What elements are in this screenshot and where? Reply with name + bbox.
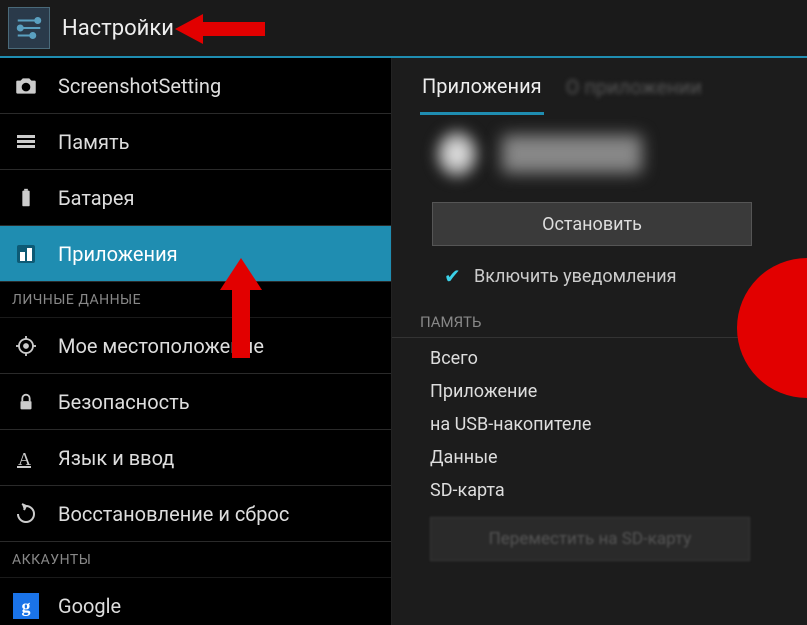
sidebar-item-language[interactable]: A Язык и ввод (0, 430, 391, 486)
detail-pane: Приложения О приложении Остановить ✔ Вкл… (392, 58, 807, 625)
battery-icon (12, 184, 40, 212)
memory-row-total: Всего (392, 342, 807, 375)
sidebar-item-google[interactable]: g Google (0, 578, 391, 625)
memory-row-data: Данные (392, 441, 807, 474)
sidebar-item-screenshot[interactable]: ScreenshotSetting (0, 58, 391, 114)
sidebar-item-battery[interactable]: Батарея (0, 170, 391, 226)
tab-about-app[interactable]: О приложении (564, 75, 704, 99)
sidebar-item-security[interactable]: Безопасность (0, 374, 391, 430)
location-icon (12, 332, 40, 360)
sidebar-item-reset[interactable]: Восстановление и сброс (0, 486, 391, 542)
sidebar-item-label: Безопасность (58, 390, 190, 414)
annotation-arrow-header (175, 12, 265, 46)
check-icon: ✔ (444, 268, 462, 286)
sidebar-item-label: Батарея (58, 186, 134, 210)
section-header-accounts: АККАУНТЫ (0, 542, 391, 578)
sidebar-item-label: Память (58, 130, 129, 154)
memory-row-usb: на USB-накопителе (392, 408, 807, 441)
app-name-blurred (502, 135, 642, 173)
apps-icon (12, 240, 40, 268)
sidebar-item-label: Мое местоположение (58, 334, 264, 358)
sidebar-item-location[interactable]: Мое местоположение (0, 318, 391, 374)
section-header-personal: ЛИЧНЫЕ ДАННЫЕ (0, 282, 391, 318)
sidebar-item-label: Google (58, 594, 121, 618)
app-info-row (392, 116, 807, 198)
memory-section-header: ПАМЯТЬ (392, 305, 807, 338)
detail-tabs: Приложения О приложении (392, 58, 807, 116)
language-icon: A (12, 444, 40, 472)
stop-button[interactable]: Остановить (432, 202, 752, 246)
sidebar-item-label: Восстановление и сброс (58, 502, 289, 526)
app-icon (432, 126, 482, 182)
move-to-sd-button: Переместить на SD-карту (430, 517, 750, 561)
page-title: Настройки (62, 16, 174, 41)
sidebar-item-label: ScreenshotSetting (58, 74, 221, 98)
notifications-checkbox-row[interactable]: ✔ Включить уведомления (392, 260, 807, 305)
sidebar-item-storage[interactable]: Память (0, 114, 391, 170)
notifications-label: Включить уведомления (474, 266, 677, 287)
tab-apps[interactable]: Приложения (420, 74, 544, 115)
memory-row-sd: SD-карта (392, 474, 807, 507)
google-icon: g (12, 592, 40, 620)
sidebar-item-apps[interactable]: Приложения (0, 226, 391, 282)
main-container: ScreenshotSetting Память Батарея Приложе… (0, 58, 807, 625)
lock-icon (12, 388, 40, 416)
settings-sidebar: ScreenshotSetting Память Батарея Приложе… (0, 58, 392, 625)
app-header: Настройки (0, 0, 807, 58)
settings-icon (8, 7, 50, 49)
storage-icon (12, 128, 40, 156)
memory-row-app: Приложение (392, 375, 807, 408)
sidebar-item-label: Приложения (58, 242, 178, 266)
sidebar-item-label: Язык и ввод (58, 446, 174, 470)
camera-icon (12, 72, 40, 100)
reset-icon (12, 500, 40, 528)
